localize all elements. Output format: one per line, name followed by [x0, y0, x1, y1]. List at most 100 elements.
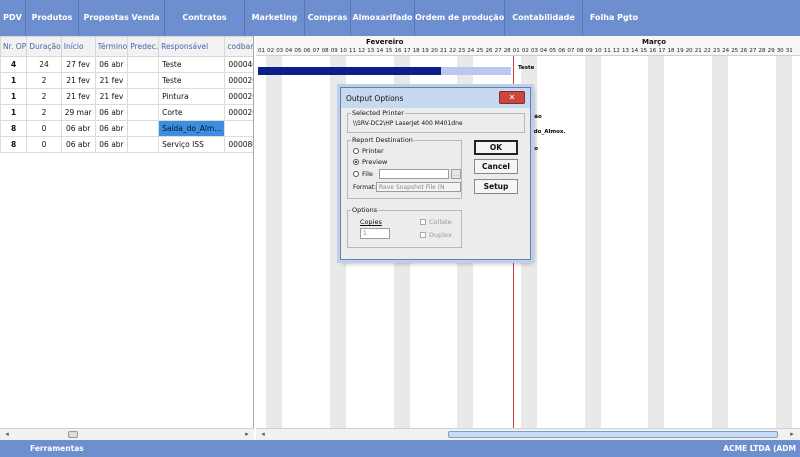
scroll-right-arrow-icon[interactable]: ▸: [787, 429, 797, 440]
day-tick: 19: [421, 48, 429, 54]
report-destination-group: Report Destination Printer Preview File …: [347, 136, 462, 199]
menu-almoxarifado[interactable]: Almoxarifado: [351, 0, 415, 36]
table-row[interactable]: 8 0 06 abr 06 abr Serviço ISS 0000800: [0, 136, 253, 153]
menu-propostas-venda[interactable]: Propostas Venda: [79, 0, 165, 36]
menu-compras[interactable]: Compras: [305, 0, 351, 36]
table-row[interactable]: 1 2 21 fev 21 fev Pintura 0000200: [0, 88, 253, 105]
menu-produtos[interactable]: Produtos: [26, 0, 79, 36]
day-tick: 15: [640, 48, 648, 54]
gantt-bar-progress[interactable]: [258, 67, 441, 75]
day-tick: 13: [622, 48, 629, 54]
format-select[interactable]: Rave Snapshot File (N: [376, 182, 461, 192]
menu-ordem-de-producao[interactable]: Ordem de produção: [415, 0, 505, 36]
day-tick: 02: [521, 48, 529, 54]
weekend-column: [648, 56, 665, 428]
copies-input[interactable]: 1: [360, 228, 390, 239]
ok-button[interactable]: OK: [474, 140, 518, 155]
col-header-nr-op[interactable]: Nr. OP: [0, 36, 28, 57]
col-header-responsavel[interactable]: Responsável: [158, 36, 226, 57]
cell-predec: [127, 88, 160, 105]
menu-marketing[interactable]: Marketing: [245, 0, 305, 36]
day-tick: 16: [394, 48, 402, 54]
scroll-left-arrow-icon[interactable]: ◂: [2, 429, 12, 440]
grid-scroll-thumb[interactable]: [68, 431, 78, 438]
day-tick: 07: [312, 48, 320, 54]
col-header-codbarra[interactable]: codbarr: [224, 36, 253, 57]
day-tick: 24: [467, 48, 475, 54]
day-tick: 01: [258, 48, 265, 54]
main-menu-bar: PDV Produtos Propostas Venda Contratos M…: [0, 0, 800, 36]
radio-preview[interactable]: Preview: [353, 158, 387, 166]
day-tick: 26: [485, 48, 493, 54]
menu-pdv[interactable]: PDV: [0, 0, 26, 36]
day-tick: 21: [440, 48, 447, 54]
cell-termino: 21 fev: [94, 72, 129, 89]
radio-button-icon[interactable]: [353, 148, 359, 154]
menu-contabilidade[interactable]: Contabilidade: [505, 0, 583, 36]
scroll-right-arrow-icon[interactable]: ▸: [242, 429, 252, 440]
radio-button-icon[interactable]: [353, 171, 359, 177]
day-tick: 09: [585, 48, 593, 54]
menu-folha-pgto[interactable]: Folha Pgto: [583, 0, 645, 36]
day-tick: 03: [531, 48, 538, 54]
col-header-duracao[interactable]: Duração: [26, 36, 62, 57]
cancel-button[interactable]: Cancel: [474, 159, 518, 174]
scroll-left-arrow-icon[interactable]: ◂: [258, 429, 268, 440]
cell-nr-op: 1: [0, 88, 28, 105]
col-header-termino[interactable]: Término: [94, 36, 129, 57]
cell-nr-op: 8: [0, 120, 28, 137]
gantt-horizontal-scrollbar[interactable]: ◂ ▸: [256, 428, 800, 440]
day-tick: 22: [703, 48, 711, 54]
day-tick: 10: [339, 48, 347, 54]
menu-contratos[interactable]: Contratos: [165, 0, 245, 36]
dialog-title-bar[interactable]: Output Options ✕: [341, 88, 530, 108]
day-tick: 15: [385, 48, 393, 54]
day-tick: 20: [430, 48, 438, 54]
cell-inicio: 21 fev: [60, 72, 96, 89]
checkbox-icon[interactable]: [420, 232, 426, 238]
day-tick: 14: [376, 48, 384, 54]
day-tick: 18: [412, 48, 420, 54]
day-tick: 11: [349, 48, 356, 54]
day-tick: 25: [476, 48, 484, 54]
cell-responsavel: Pintura: [158, 88, 226, 105]
printer-name: \\SRV-DC2\HP LaserJet 400 M401dne: [353, 120, 463, 127]
close-icon[interactable]: ✕: [499, 91, 525, 104]
file-path-input[interactable]: [379, 169, 449, 179]
checkbox-icon[interactable]: [420, 219, 426, 225]
day-tick: 23: [458, 48, 466, 54]
cell-termino: 06 abr: [94, 120, 129, 137]
table-row[interactable]: 8 0 06 abr 06 abr Saída_do_Alm...: [0, 120, 253, 137]
production-orders-grid: Nr. OP Duração Início Término Predec. Re…: [0, 36, 254, 428]
table-row[interactable]: 1 2 29 mar 06 abr Corte 0000200: [0, 104, 253, 121]
cell-responsavel-selected[interactable]: Saída_do_Alm...: [158, 120, 226, 137]
collate-label: Collate: [429, 218, 452, 226]
grid-horizontal-scrollbar[interactable]: ◂ ▸: [0, 428, 254, 440]
table-row[interactable]: 4 24 27 fev 06 abr Teste 0000400: [0, 56, 253, 73]
radio-button-checked-icon[interactable]: [353, 159, 359, 165]
radio-file[interactable]: File: [353, 170, 373, 178]
cell-inicio: 29 mar: [60, 104, 96, 121]
gantt-bar-remaining[interactable]: [441, 67, 511, 75]
setup-button[interactable]: Setup: [474, 179, 518, 194]
copies-value: 1: [363, 230, 367, 237]
app-window: PDV Produtos Propostas Venda Contratos M…: [0, 0, 800, 457]
radio-printer[interactable]: Printer: [353, 147, 384, 155]
day-tick: 06: [303, 48, 311, 54]
collate-checkbox[interactable]: Collate: [420, 218, 452, 226]
cell-codbarra: 0000400: [224, 56, 253, 73]
gantt-task-label: _do_Almox.: [531, 129, 566, 135]
col-header-predec[interactable]: Predec.: [127, 36, 160, 57]
table-row[interactable]: 1 2 21 fev 21 fev Teste 0000200: [0, 72, 253, 89]
format-label: Format:: [353, 184, 377, 191]
gantt-scroll-thumb[interactable]: [448, 431, 778, 438]
duplex-checkbox[interactable]: Duplex: [420, 231, 452, 239]
cell-termino: 21 fev: [94, 88, 129, 105]
day-tick: 02: [267, 48, 275, 54]
browse-file-icon[interactable]: …: [451, 169, 461, 179]
cell-nr-op: 4: [0, 56, 28, 73]
tools-menu[interactable]: Ferramentas: [30, 444, 84, 453]
day-tick: 07: [567, 48, 575, 54]
col-header-inicio[interactable]: Início: [60, 36, 96, 57]
cell-duracao: 2: [26, 104, 62, 121]
